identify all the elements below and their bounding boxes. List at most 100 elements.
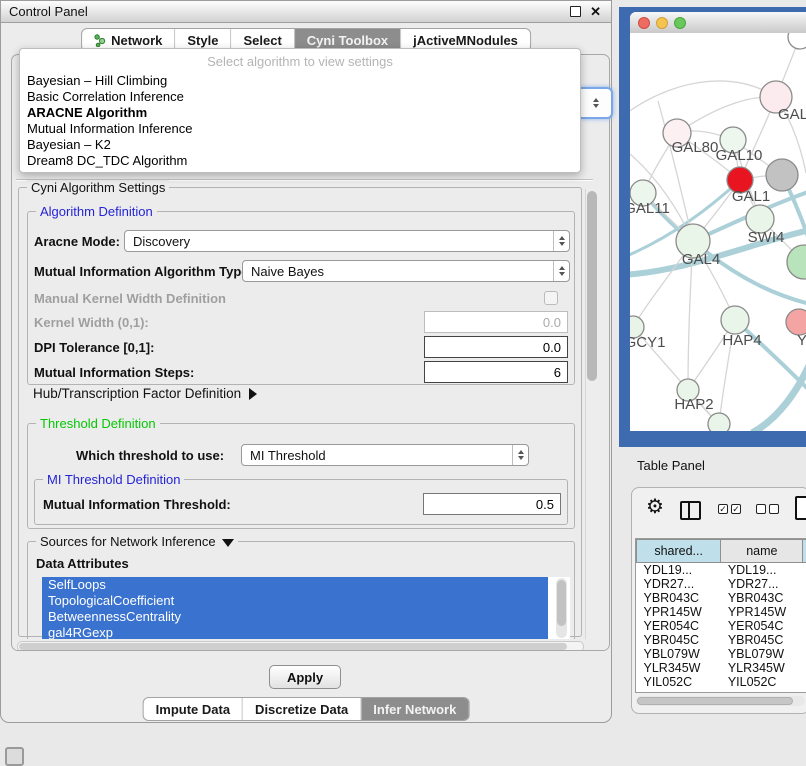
network-node-hap4[interactable] bbox=[721, 306, 749, 334]
column-header-shared[interactable]: shared... bbox=[637, 540, 721, 563]
close-icon[interactable]: ✕ bbox=[590, 5, 601, 18]
stepper-icon bbox=[553, 231, 569, 251]
kernel-width-label: Kernel Width (0,1): bbox=[34, 311, 149, 333]
network-canvas[interactable]: GALGAL80GAL10GAL1GAL11SWI4GAL4HAP4YGCY1H… bbox=[630, 33, 806, 431]
table-cell: YER054C bbox=[637, 619, 721, 633]
algorithm-option-mutual-information-inference[interactable]: Mutual Information Inference bbox=[20, 121, 580, 137]
node-label: GAL10 bbox=[716, 147, 763, 164]
algorithm-option-bayesian-hill-climbing[interactable]: Bayesian – Hill Climbing bbox=[20, 73, 580, 89]
table-cell: YBR045C bbox=[721, 633, 803, 647]
table-row[interactable]: YDR27...YDR27...12 bbox=[637, 577, 806, 591]
tab-impute-data[interactable]: Impute Data bbox=[144, 698, 242, 720]
kernel-width-input[interactable] bbox=[424, 311, 568, 333]
select-all-checkboxes-icon[interactable]: ✓✓ bbox=[718, 504, 741, 514]
tab-infer-network[interactable]: Infer Network bbox=[360, 698, 468, 720]
algorithm-combobox-fragment[interactable] bbox=[581, 87, 613, 119]
page-icon[interactable] bbox=[795, 496, 806, 520]
mi-threshold-group: MI Threshold Definition Mutual Informati… bbox=[34, 479, 568, 525]
algorithm-option-aracne-algorithm[interactable]: ARACNE Algorithm bbox=[20, 105, 580, 121]
sources-title[interactable]: Sources for Network Inference bbox=[36, 534, 238, 549]
threshold-definition-group: Threshold Definition Which threshold to … bbox=[27, 423, 575, 529]
table-panel: ⚙ ✓✓ shared...nameA YDL19...YDL19...13YD… bbox=[631, 487, 806, 714]
table-row[interactable]: YBL079WYBL079W bbox=[637, 647, 806, 661]
data-attributes-list[interactable]: SelfLoopsTopologicalCoefficientBetweenne… bbox=[42, 577, 570, 645]
hub-definition-label: Hub/Transcription Factor Definition bbox=[33, 386, 241, 401]
mi-threshold-label: Mutual Information Threshold: bbox=[43, 493, 231, 515]
mi-type-select[interactable]: Naive Bayes bbox=[242, 260, 570, 282]
expander-down-icon bbox=[222, 539, 234, 547]
aracne-mode-select[interactable]: Discovery bbox=[124, 230, 570, 252]
network-node[interactable] bbox=[766, 159, 798, 191]
gear-icon[interactable]: ⚙ bbox=[646, 497, 664, 517]
table-cell: YIL052C bbox=[637, 675, 721, 689]
attribute-item-selfloops[interactable]: SelfLoops bbox=[42, 577, 548, 593]
dpi-tolerance-label: DPI Tolerance [0,1]: bbox=[34, 336, 154, 358]
data-attributes-label: Data Attributes bbox=[36, 552, 129, 574]
close-traffic-light-icon[interactable] bbox=[638, 17, 650, 29]
mi-type-value: Naive Bayes bbox=[243, 264, 553, 279]
node-table: shared...nameA YDL19...YDL19...13YDR27..… bbox=[635, 538, 806, 693]
network-node[interactable] bbox=[787, 245, 806, 279]
stepper-icon bbox=[512, 445, 528, 465]
control-panel-titlebar: Control Panel ✕ bbox=[1, 1, 611, 23]
manual-kernel-checkbox[interactable] bbox=[544, 291, 558, 305]
minimize-traffic-light-icon[interactable] bbox=[656, 17, 668, 29]
which-threshold-select[interactable]: MI Threshold bbox=[241, 444, 529, 466]
table-row[interactable]: YER054CYER054C8. bbox=[637, 619, 806, 633]
hub-definition-expander[interactable]: Hub/Transcription Factor Definition bbox=[33, 386, 257, 401]
settings-vertical-scrollbar[interactable] bbox=[585, 189, 599, 639]
table-row[interactable]: YPR145WYPR145W9. bbox=[637, 605, 806, 619]
table-cell: YLR345W bbox=[721, 661, 803, 675]
network-window-titlebar[interactable] bbox=[630, 12, 806, 34]
network-node[interactable] bbox=[788, 33, 806, 49]
dpi-tolerance-input[interactable] bbox=[424, 336, 568, 358]
table-cell: YBR045C bbox=[637, 633, 721, 647]
scrollbar-strip bbox=[13, 639, 608, 651]
node-label: GAL bbox=[778, 106, 806, 123]
algorithm-option-dream8-dc-tdc-algorithm[interactable]: Dream8 DC_TDC Algorithm bbox=[20, 153, 580, 169]
aracne-mode-value: Discovery bbox=[125, 234, 553, 249]
table-cell: YDR27... bbox=[637, 577, 721, 591]
column-header-name[interactable]: name bbox=[721, 540, 803, 563]
network-view-frame[interactable]: GALGAL80GAL10GAL1GAL11SWI4GAL4HAP4YGCY1H… bbox=[619, 7, 806, 447]
float-window-icon[interactable] bbox=[570, 6, 581, 17]
network-node[interactable] bbox=[708, 413, 730, 431]
attribute-item-betweennesscentrality[interactable]: BetweennessCentrality bbox=[42, 609, 548, 625]
table-row[interactable]: YBR045CYBR045C9. bbox=[637, 633, 806, 647]
deselect-all-checkboxes-icon[interactable] bbox=[756, 504, 779, 514]
mi-steps-input[interactable] bbox=[424, 361, 568, 383]
attribute-item-topologicalcoefficient[interactable]: TopologicalCoefficient bbox=[42, 593, 548, 609]
table-horizontal-scrollbar[interactable] bbox=[636, 696, 805, 706]
which-threshold-label: Which threshold to use: bbox=[76, 444, 224, 466]
node-label: GAL4 bbox=[682, 251, 720, 268]
table-cell: YIL052C bbox=[721, 675, 803, 689]
control-panel-window: Control Panel ✕ NetworkStyleSelectCyni T… bbox=[0, 0, 612, 723]
network-graph: GALGAL80GAL10GAL1GAL11SWI4GAL4HAP4YGCY1H… bbox=[630, 33, 806, 431]
table-cell: YBL079W bbox=[637, 647, 721, 661]
table-row[interactable]: YDL19...YDL19...13 bbox=[637, 563, 806, 578]
stepper-icon bbox=[553, 261, 569, 281]
table-cell: YPR145W bbox=[637, 605, 721, 619]
tab-discretize-data[interactable]: Discretize Data bbox=[242, 698, 360, 720]
threshold-definition-title: Threshold Definition bbox=[36, 416, 160, 431]
sources-group: Sources for Network Inference Data Attri… bbox=[27, 541, 575, 649]
node-label: GAL1 bbox=[732, 188, 770, 205]
table-row[interactable]: YBR043CYBR043C bbox=[637, 591, 806, 605]
columns-icon[interactable] bbox=[680, 501, 701, 520]
zoom-traffic-light-icon[interactable] bbox=[674, 17, 686, 29]
algorithm-option-bayesian-k2[interactable]: Bayesian – K2 bbox=[20, 137, 580, 153]
table-cell: YBR043C bbox=[721, 591, 803, 605]
table-cell: YDL19... bbox=[637, 563, 721, 578]
apply-button[interactable]: Apply bbox=[269, 665, 341, 689]
mi-threshold-input[interactable] bbox=[423, 493, 561, 515]
table-row[interactable]: YLR345WYLR345W9. bbox=[637, 661, 806, 675]
algorithm-definition-title: Algorithm Definition bbox=[36, 204, 157, 219]
panel-grip-icon[interactable] bbox=[5, 747, 24, 766]
list-scrollbar[interactable] bbox=[556, 578, 567, 638]
table-row[interactable]: YIL052CYIL052C9 bbox=[637, 675, 806, 689]
algorithm-option-basic-correlation-inference[interactable]: Basic Correlation Inference bbox=[20, 89, 580, 105]
cyni-bottom-tabs: Impute DataDiscretize DataInfer Network bbox=[143, 697, 470, 721]
network-window: GALGAL80GAL10GAL1GAL11SWI4GAL4HAP4YGCY1H… bbox=[630, 12, 806, 431]
mi-threshold-group-title: MI Threshold Definition bbox=[43, 472, 184, 487]
settings-horizontal-scrollbar[interactable] bbox=[17, 641, 584, 651]
